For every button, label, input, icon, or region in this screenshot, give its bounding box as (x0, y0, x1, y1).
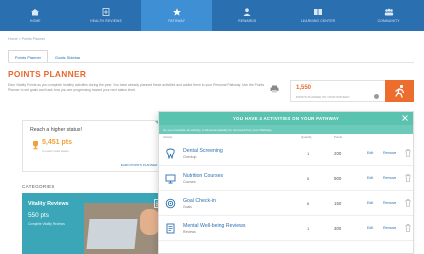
activity-category: Reviews (183, 230, 196, 234)
vitality-reviews-card[interactable]: Vitality Reviews 550 pts Complete Vitali… (22, 193, 168, 254)
nav-label-home: HOME (29, 19, 41, 23)
remove-link[interactable]: Remove (383, 226, 396, 230)
activity-points: 200 (334, 151, 342, 156)
points-planned-box: 1,550 POINTS PLANNED ON YOUR PATHWAY (290, 80, 385, 102)
monitor-icon (165, 174, 176, 184)
activity-title[interactable]: Goal Check-in (183, 198, 216, 204)
nav-item-rewards[interactable]: REWARDS (212, 0, 283, 31)
higher-status-subtext: to reach Gold status (42, 149, 69, 153)
activity-row: Mental Well-being Reviews Reviews 1 300 … (159, 216, 413, 241)
activity-quantity: 1 (307, 151, 310, 156)
activity-row: Dental Screening Checkup 1 200 Edit Remo… (159, 141, 413, 166)
top-navigation: HOME HEALTH REVIEWS PATHWAY REWARDS LEAR… (0, 0, 424, 31)
earn-points-link[interactable]: EARN POINTS PLANNER > (121, 163, 160, 167)
panel-header: YOU HAVE 4 ACTIVITIES ON YOUR PATHWAY (159, 112, 413, 125)
document-icon (166, 223, 175, 234)
activity-quantity: 1 (307, 226, 310, 231)
activity-runner-button[interactable] (385, 80, 414, 102)
activity-row: Nutrition Courses Courses 5 900 Edit Rem… (159, 166, 413, 191)
nav-item-health-reviews[interactable]: HEALTH REVIEWS (71, 0, 142, 31)
activity-title[interactable]: Dental Screening (183, 148, 223, 154)
activity-title[interactable]: Mental Well-being Reviews (183, 223, 245, 229)
laptop-photo (84, 203, 168, 254)
vitality-card-title: Vitality Reviews (28, 201, 69, 207)
higher-status-points: 5,451 pts (42, 139, 72, 146)
higher-status-title: Reach a higher status! (30, 127, 82, 133)
edit-link[interactable]: Edit (367, 151, 373, 155)
book-icon (314, 9, 323, 15)
edit-link[interactable]: Edit (367, 226, 373, 230)
trash-icon[interactable] (405, 199, 411, 207)
hand-shape (140, 209, 160, 235)
categories-heading: CATEGORIES (22, 184, 55, 189)
activity-category: Goals (183, 205, 192, 209)
nav-label-community: COMMUNITY (377, 19, 400, 23)
activity-points: 300 (334, 226, 342, 231)
activity-category: Checkup (183, 155, 197, 159)
column-headers: Activity Quantity Points (159, 134, 413, 141)
home-icon (31, 9, 40, 16)
trophy-icon (33, 141, 38, 150)
star-icon (172, 8, 181, 16)
nav-label-pathway: PATHWAY (168, 19, 186, 23)
person-icon (243, 8, 251, 16)
target-icon (165, 198, 176, 209)
activity-points: 150 (334, 201, 342, 206)
runner-icon (394, 84, 404, 98)
vitality-card-points: 550 pts (28, 212, 49, 219)
panel-title: YOU HAVE 4 ACTIVITIES ON YOUR PATHWAY (232, 116, 340, 121)
activity-points: 900 (334, 176, 342, 181)
print-icon[interactable] (270, 85, 279, 93)
activity-quantity: 6 (307, 201, 310, 206)
laptop-screen (86, 219, 138, 249)
remove-link[interactable]: Remove (383, 151, 396, 155)
people-icon (384, 8, 393, 16)
activity-quantity: 5 (307, 176, 310, 181)
nav-item-pathway[interactable]: PATHWAY (141, 0, 213, 31)
nav-label-rewards: REWARDS (238, 19, 257, 23)
nav-item-community[interactable]: COMMUNITY (353, 0, 424, 31)
column-activity: Activity (163, 135, 173, 139)
tooth-icon (166, 148, 175, 159)
higher-status-card: Reach a higher status! 5,451 pts to reac… (22, 120, 168, 172)
info-icon[interactable] (374, 94, 379, 99)
edit-link[interactable]: Edit (367, 201, 373, 205)
nav-label-health-reviews: HEALTH REVIEWS (90, 19, 122, 23)
activity-category: Courses (183, 180, 196, 184)
panel-subtitle: As you complete an activity, it will aut… (159, 125, 413, 134)
remove-link[interactable]: Remove (383, 201, 396, 205)
nav-item-home[interactable]: HOME (0, 0, 71, 31)
breadcrumb[interactable]: Home > Points Planner (8, 37, 45, 41)
column-quantity: Quantity (301, 135, 312, 139)
points-planned-value: 1,550 (296, 85, 312, 91)
column-points: Points (334, 135, 343, 139)
plus-square-icon (102, 8, 110, 16)
page-title: POINTS PLANNER (8, 69, 87, 79)
trash-icon[interactable] (405, 149, 411, 157)
activity-row: Goal Check-in Goals 6 150 Edit Remove (159, 191, 413, 216)
activity-title[interactable]: Nutrition Courses (183, 173, 223, 179)
page-description: Earn Vitality Points as you complete hea… (8, 83, 265, 93)
close-icon[interactable] (401, 114, 409, 122)
trash-icon[interactable] (405, 174, 411, 182)
nav-item-learning-center[interactable]: LEARNING CENTER (283, 0, 354, 31)
remove-link[interactable]: Remove (383, 176, 396, 180)
tabs-divider (8, 62, 414, 63)
pathway-activities-panel: YOU HAVE 4 ACTIVITIES ON YOUR PATHWAY As… (158, 111, 414, 254)
nav-label-learning-center: LEARNING CENTER (300, 19, 336, 23)
points-planned-caption: POINTS PLANNED ON YOUR PATHWAY (296, 95, 350, 99)
edit-link[interactable]: Edit (367, 176, 373, 180)
vitality-card-subtext: Complete Vitality Reviews (28, 222, 65, 226)
trash-icon[interactable] (405, 224, 411, 232)
